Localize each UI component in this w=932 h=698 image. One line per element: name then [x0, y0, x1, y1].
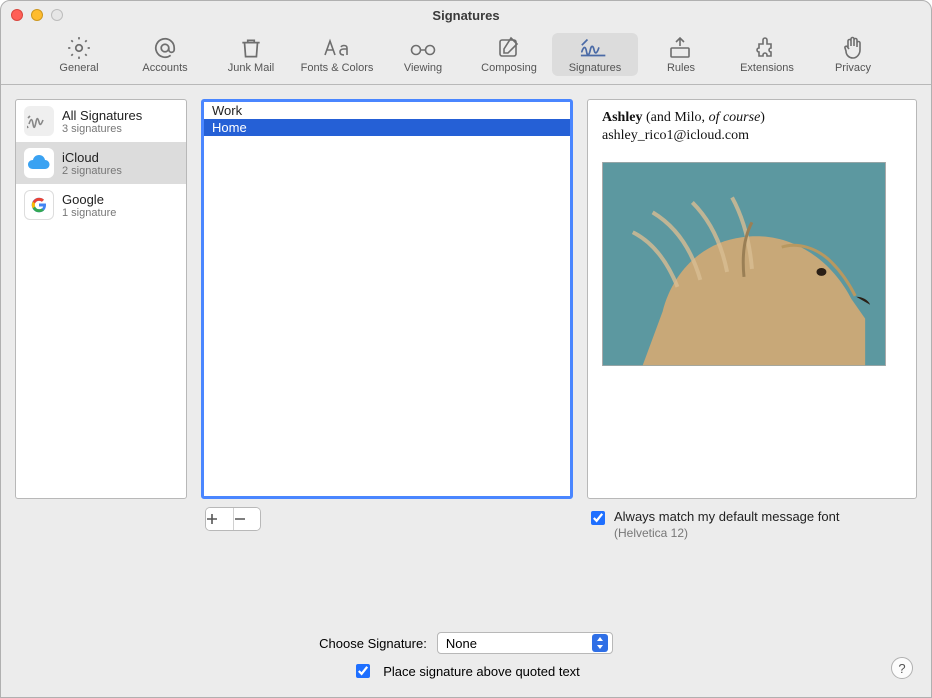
place-above-row: Place signature above quoted text [352, 662, 580, 681]
match-font-checkbox[interactable] [591, 511, 605, 525]
tab-viewing[interactable]: Viewing [380, 33, 466, 76]
at-sign-icon [149, 36, 181, 60]
signature-name: Ashley [602, 110, 642, 125]
dog-photo-icon [603, 162, 885, 366]
tab-label: Viewing [404, 62, 442, 74]
signature-item-home[interactable]: Home [204, 119, 570, 136]
tab-label: Composing [481, 62, 537, 74]
content-area: All Signatures 3 signatures iCloud 2 sig… [1, 85, 931, 622]
account-sub: 2 signatures [62, 165, 122, 177]
remove-signature-button[interactable] [234, 508, 261, 530]
tab-rules[interactable]: Rules [638, 33, 724, 76]
add-signature-button[interactable] [206, 508, 234, 530]
tab-label: Fonts & Colors [301, 62, 374, 74]
account-text: All Signatures 3 signatures [62, 108, 142, 135]
gear-icon [63, 36, 95, 60]
tab-junk-mail[interactable]: Junk Mail [208, 33, 294, 76]
titlebar: Signatures [1, 1, 931, 29]
signature-list-column: Work Home [201, 99, 573, 612]
account-text: Google 1 signature [62, 192, 116, 219]
choose-signature-value: None [446, 636, 477, 651]
tab-label: Accounts [142, 62, 187, 74]
tab-accounts[interactable]: Accounts [122, 33, 208, 76]
tab-label: Signatures [569, 62, 622, 74]
account-text: iCloud 2 signatures [62, 150, 122, 177]
account-item-all[interactable]: All Signatures 3 signatures [16, 100, 186, 142]
tab-extensions[interactable]: Extensions [724, 33, 810, 76]
signature-email: ashley_rico1@icloud.com [602, 128, 902, 144]
account-name: iCloud [62, 150, 122, 165]
tab-label: Extensions [740, 62, 794, 74]
account-sub: 1 signature [62, 207, 116, 219]
paren-post: ) [760, 110, 765, 125]
help-button[interactable]: ? [891, 657, 913, 679]
match-font-text: Always match my default message font (He… [614, 509, 839, 540]
all-signatures-icon [24, 106, 54, 136]
signature-image [602, 162, 886, 366]
glasses-icon [407, 36, 439, 60]
plus-icon [206, 513, 218, 525]
signature-name-line: Ashley (and Milo, of course) [602, 110, 902, 126]
choose-signature-row: Choose Signature: None [319, 632, 613, 654]
choose-signature-select[interactable]: None [437, 632, 613, 654]
choose-signature-label: Choose Signature: [319, 636, 427, 651]
place-above-label: Place signature above quoted text [383, 664, 580, 679]
tab-privacy[interactable]: Privacy [810, 33, 896, 76]
trash-icon [235, 36, 267, 60]
tab-composing[interactable]: Composing [466, 33, 552, 76]
google-icon [24, 190, 54, 220]
accounts-list[interactable]: All Signatures 3 signatures iCloud 2 sig… [15, 99, 187, 499]
paren-pre: (and Milo, [642, 110, 708, 125]
icloud-icon [24, 148, 54, 178]
signature-icon [579, 36, 611, 60]
hand-icon [837, 36, 869, 60]
rules-icon [665, 36, 697, 60]
place-above-checkbox[interactable] [356, 664, 370, 678]
chevron-up-down-icon [592, 634, 608, 652]
tab-label: Junk Mail [228, 62, 274, 74]
tab-label: General [59, 62, 98, 74]
account-name: Google [62, 192, 116, 207]
add-remove-toolbar [205, 507, 261, 531]
match-font-row: Always match my default message font (He… [587, 509, 917, 540]
match-font-label: Always match my default message font [614, 509, 839, 524]
fonts-icon [321, 36, 353, 60]
tab-general[interactable]: General [36, 33, 122, 76]
account-sub: 3 signatures [62, 123, 142, 135]
tab-fonts-colors[interactable]: Fonts & Colors [294, 33, 380, 76]
question-mark-icon: ? [898, 661, 905, 676]
tab-label: Rules [667, 62, 695, 74]
puzzle-icon [751, 36, 783, 60]
tab-signatures[interactable]: Signatures [552, 33, 638, 76]
minus-icon [234, 513, 246, 525]
bottom-controls: Choose Signature: None Place signature a… [1, 622, 931, 697]
match-font-sub: (Helvetica 12) [614, 526, 839, 540]
compose-icon [493, 36, 525, 60]
preferences-toolbar: General Accounts Junk Mail Fonts & Color… [1, 29, 931, 85]
preferences-window: Signatures General Accounts Junk Mail Fo… [0, 0, 932, 698]
signature-item-work[interactable]: Work [204, 102, 570, 119]
preview-column: Ashley (and Milo, of course) ashley_rico… [587, 99, 917, 612]
paren-italic: of course [709, 110, 761, 125]
window-title: Signatures [1, 8, 931, 23]
signature-list[interactable]: Work Home [201, 99, 573, 499]
account-item-google[interactable]: Google 1 signature [16, 184, 186, 226]
signature-editor[interactable]: Ashley (and Milo, of course) ashley_rico… [587, 99, 917, 499]
account-name: All Signatures [62, 108, 142, 123]
tab-label: Privacy [835, 62, 871, 74]
account-item-icloud[interactable]: iCloud 2 signatures [16, 142, 186, 184]
